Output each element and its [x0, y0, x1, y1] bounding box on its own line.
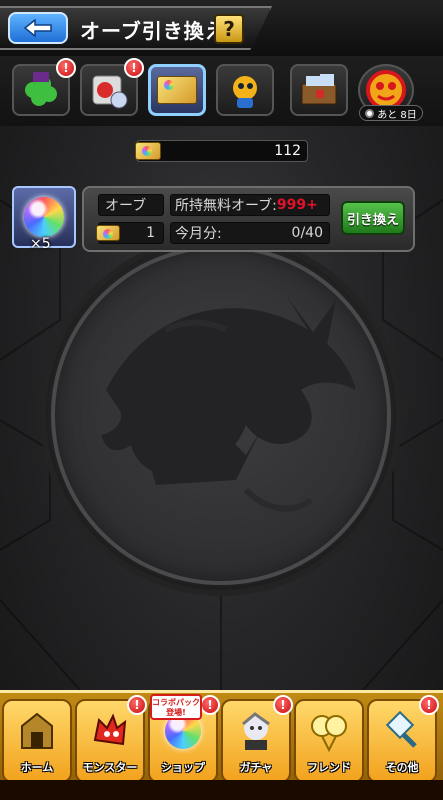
orb-ticket-icon — [157, 76, 197, 104]
collab-tag-line1: コラボパック — [152, 698, 200, 707]
free-orb-value: 999+ — [276, 197, 318, 213]
nav-home[interactable]: ホーム — [2, 699, 72, 783]
clock-icon — [365, 108, 375, 118]
nav-other-label: その他 — [385, 761, 419, 774]
treasure-chest-icon — [301, 74, 337, 105]
nav-badge: ! — [419, 695, 439, 715]
nav-badge: ! — [200, 695, 220, 715]
nav-shop-label: ショップ — [161, 761, 205, 774]
exchange-button[interactable]: 引き換え — [341, 201, 405, 235]
month-value: 0/40 — [291, 225, 323, 241]
nav-badge: ! — [273, 695, 293, 715]
orb-ticket-icon — [96, 225, 120, 241]
monster-icon — [88, 709, 132, 753]
gacha-character-icon — [234, 709, 278, 753]
collab-pack-tag: コラボパック 登場! — [150, 694, 202, 720]
tab-badge: ! — [56, 58, 76, 78]
friend-balloons-icon — [307, 709, 351, 753]
collab-tag-line2: 登場! — [166, 708, 186, 717]
dragon-mascot-icon — [233, 76, 257, 108]
potion-icon — [92, 75, 128, 109]
back-button[interactable] — [8, 12, 68, 44]
nav-friend-label: フレンド — [307, 761, 351, 774]
cost-value: 1 — [146, 225, 155, 241]
orb-icon — [24, 197, 64, 237]
orb-label: オーブ — [98, 194, 164, 216]
tab-monster[interactable] — [216, 64, 274, 116]
free-orb-cell: 所持無料オーブ: 999+ — [170, 194, 330, 216]
event-days-left: あと 8日 — [359, 105, 423, 121]
ticket-counter: 112 — [135, 140, 308, 162]
header: オーブ引き換え ? — [0, 0, 443, 56]
nav-home-label: ホーム — [20, 761, 54, 774]
free-orb-label: 所持無料オーブ: — [175, 198, 277, 214]
ticket-count-value: 112 — [274, 143, 301, 159]
orb-ticket-icon — [135, 142, 161, 160]
dragon-emblem — [46, 240, 396, 590]
nav-friend[interactable]: フレンド — [294, 699, 364, 783]
tab-orb-ticket[interactable] — [148, 64, 206, 116]
footer-bar — [0, 780, 443, 800]
other-key-icon — [380, 709, 424, 753]
tab-clover[interactable]: ! — [12, 58, 76, 116]
month-cell: 今月分: 0/40 — [170, 222, 330, 244]
page-title: オーブ引き換え — [80, 19, 226, 43]
tab-potion[interactable]: ! — [80, 58, 144, 116]
nav-other[interactable]: ! その他 — [367, 695, 439, 783]
tab-badge: ! — [124, 58, 144, 78]
days-left-text: あと 8日 — [377, 109, 417, 121]
home-icon — [15, 709, 59, 753]
tab-treasure[interactable] — [290, 64, 348, 116]
nav-monster-label: モンスター — [82, 761, 138, 774]
nav-monster[interactable]: ! モンスター — [75, 695, 147, 783]
nav-gacha[interactable]: ! ガチャ — [221, 695, 293, 783]
clover-icon — [25, 72, 57, 106]
dragon-emblem-icon — [51, 245, 391, 585]
orb-quantity: ×5 — [30, 236, 51, 252]
nav-badge: ! — [127, 695, 147, 715]
month-label: 今月分: — [175, 226, 222, 242]
nav-gacha-label: ガチャ — [239, 761, 273, 774]
help-button[interactable]: ? — [214, 14, 244, 44]
back-arrow-icon — [23, 19, 52, 37]
